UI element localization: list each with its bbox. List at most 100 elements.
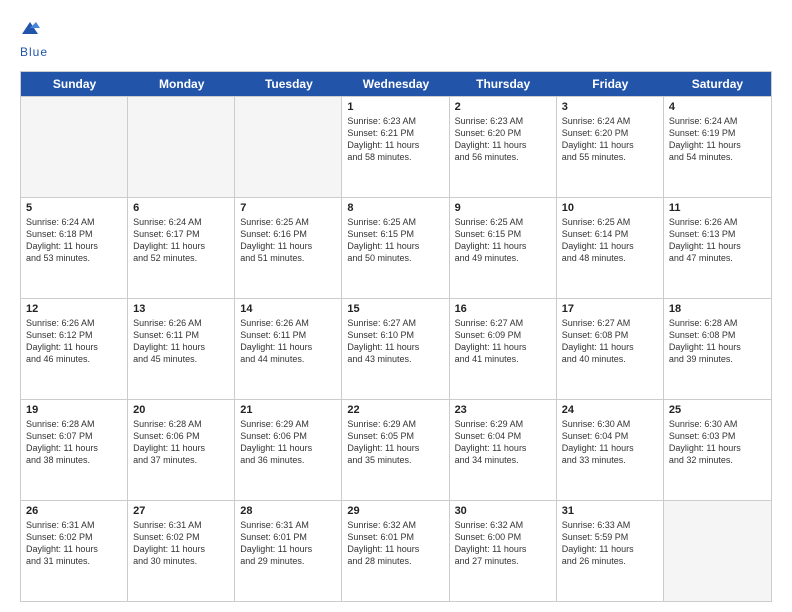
calendar-cell: 15 Sunrise: 6:27 AMSunset: 6:10 PMDayligh… [342,299,449,399]
cell-info: Sunrise: 6:33 AMSunset: 5:59 PMDaylight:… [562,519,658,568]
cell-info: Sunrise: 6:26 AMSunset: 6:13 PMDaylight:… [669,216,766,265]
calendar-cell: 9 Sunrise: 6:25 AMSunset: 6:15 PMDaylight… [450,198,557,298]
day-number: 11 [669,202,766,214]
day-number: 8 [347,202,443,214]
cell-info: Sunrise: 6:30 AMSunset: 6:04 PMDaylight:… [562,418,658,467]
cell-info: Sunrise: 6:24 AMSunset: 6:18 PMDaylight:… [26,216,122,265]
calendar-row: 12 Sunrise: 6:26 AMSunset: 6:12 PMDayligh… [21,298,771,399]
day-number: 1 [347,101,443,113]
day-number: 3 [562,101,658,113]
calendar-row: 1Sunrise: 6:23 AMSunset: 6:21 PMDaylight… [21,96,771,197]
day-number: 27 [133,505,229,517]
day-number: 14 [240,303,336,315]
cell-info: Sunrise: 6:31 AMSunset: 6:02 PMDaylight:… [26,519,122,568]
calendar-header: SundayMondayTuesdayWednesdayThursdayFrid… [21,72,771,96]
cell-info: Sunrise: 6:31 AMSunset: 6:01 PMDaylight:… [240,519,336,568]
calendar-cell: 12 Sunrise: 6:26 AMSunset: 6:12 PMDayligh… [21,299,128,399]
calendar-cell: 27Sunrise: 6:31 AMSunset: 6:02 PMDayligh… [128,501,235,601]
calendar-cell: 26 Sunrise: 6:31 AMSunset: 6:02 PMDayligh… [21,501,128,601]
header: Blue [20,16,772,61]
calendar-cell: 5 Sunrise: 6:24 AMSunset: 6:18 PMDaylight… [21,198,128,298]
calendar-cell: 31Sunrise: 6:33 AMSunset: 5:59 PMDayligh… [557,501,664,601]
cell-info: Sunrise: 6:27 AMSunset: 6:08 PMDaylight:… [562,317,658,366]
calendar-cell: 8 Sunrise: 6:25 AMSunset: 6:15 PMDaylight… [342,198,449,298]
calendar-cell: 20 Sunrise: 6:28 AMSunset: 6:06 PMDayligh… [128,400,235,500]
day-number: 29 [347,505,443,517]
cell-info: Sunrise: 6:25 AMSunset: 6:15 PMDaylight:… [455,216,551,265]
calendar-cell: 21 Sunrise: 6:29 AMSunset: 6:06 PMDayligh… [235,400,342,500]
cell-info: Sunrise: 6:32 AMSunset: 6:01 PMDaylight:… [347,519,443,568]
cell-info: Sunrise: 6:28 AMSunset: 6:07 PMDaylight:… [26,418,122,467]
calendar-cell: 23 Sunrise: 6:29 AMSunset: 6:04 PMDayligh… [450,400,557,500]
calendar-cell: 7 Sunrise: 6:25 AMSunset: 6:16 PMDaylight… [235,198,342,298]
cell-info: Sunrise: 6:29 AMSunset: 6:06 PMDaylight:… [240,418,336,467]
cell-info: Sunrise: 6:30 AMSunset: 6:03 PMDaylight:… [669,418,766,467]
day-number: 7 [240,202,336,214]
cell-info: Sunrise: 6:23 AMSunset: 6:20 PMDaylight:… [455,115,551,164]
cell-info: Sunrise: 6:27 AMSunset: 6:10 PMDaylight:… [347,317,443,366]
calendar-cell: 3 Sunrise: 6:24 AMSunset: 6:20 PMDaylight… [557,97,664,197]
day-number: 21 [240,404,336,416]
calendar-cell [664,501,771,601]
day-number: 23 [455,404,551,416]
calendar-cell: 16 Sunrise: 6:27 AMSunset: 6:09 PMDayligh… [450,299,557,399]
logo-tagline: Blue [20,45,48,59]
day-number: 16 [455,303,551,315]
cell-info: Sunrise: 6:28 AMSunset: 6:08 PMDaylight:… [669,317,766,366]
calendar-cell: 30Sunrise: 6:32 AMSunset: 6:00 PMDayligh… [450,501,557,601]
day-number: 6 [133,202,229,214]
calendar: SundayMondayTuesdayWednesdayThursdayFrid… [20,71,772,602]
calendar-cell: 29 Sunrise: 6:32 AMSunset: 6:01 PMDayligh… [342,501,449,601]
calendar-cell: 13 Sunrise: 6:26 AMSunset: 6:11 PMDayligh… [128,299,235,399]
cell-info: Sunrise: 6:26 AMSunset: 6:11 PMDaylight:… [240,317,336,366]
weekday-header: Thursday [450,72,557,96]
calendar-row: 26 Sunrise: 6:31 AMSunset: 6:02 PMDayligh… [21,500,771,601]
cell-info: Sunrise: 6:24 AMSunset: 6:17 PMDaylight:… [133,216,229,265]
cell-info: Sunrise: 6:25 AMSunset: 6:15 PMDaylight:… [347,216,443,265]
day-number: 25 [669,404,766,416]
day-number: 28 [240,505,336,517]
cell-info: Sunrise: 6:25 AMSunset: 6:14 PMDaylight:… [562,216,658,265]
day-number: 10 [562,202,658,214]
calendar-cell [128,97,235,197]
day-number: 18 [669,303,766,315]
logo: Blue [20,20,48,61]
calendar-cell: 24Sunrise: 6:30 AMSunset: 6:04 PMDayligh… [557,400,664,500]
calendar-cell: 22Sunrise: 6:29 AMSunset: 6:05 PMDayligh… [342,400,449,500]
day-number: 17 [562,303,658,315]
calendar-cell [21,97,128,197]
calendar-body: 1Sunrise: 6:23 AMSunset: 6:21 PMDaylight… [21,96,771,601]
calendar-row: 5 Sunrise: 6:24 AMSunset: 6:18 PMDaylight… [21,197,771,298]
calendar-cell: 14 Sunrise: 6:26 AMSunset: 6:11 PMDayligh… [235,299,342,399]
cell-info: Sunrise: 6:29 AMSunset: 6:04 PMDaylight:… [455,418,551,467]
calendar-cell: 19Sunrise: 6:28 AMSunset: 6:07 PMDayligh… [21,400,128,500]
cell-info: Sunrise: 6:27 AMSunset: 6:09 PMDaylight:… [455,317,551,366]
calendar-cell: 6 Sunrise: 6:24 AMSunset: 6:17 PMDaylight… [128,198,235,298]
weekday-header: Friday [557,72,664,96]
day-number: 20 [133,404,229,416]
weekday-header: Saturday [664,72,771,96]
day-number: 13 [133,303,229,315]
cell-info: Sunrise: 6:26 AMSunset: 6:11 PMDaylight:… [133,317,229,366]
day-number: 5 [26,202,122,214]
logo-icon [20,18,40,38]
day-number: 9 [455,202,551,214]
weekday-header: Sunday [21,72,128,96]
day-number: 15 [347,303,443,315]
cell-info: Sunrise: 6:24 AMSunset: 6:20 PMDaylight:… [562,115,658,164]
cell-info: Sunrise: 6:29 AMSunset: 6:05 PMDaylight:… [347,418,443,467]
calendar-cell: 2Sunrise: 6:23 AMSunset: 6:20 PMDaylight… [450,97,557,197]
day-number: 26 [26,505,122,517]
cell-info: Sunrise: 6:24 AMSunset: 6:19 PMDaylight:… [669,115,766,164]
calendar-cell: 17 Sunrise: 6:27 AMSunset: 6:08 PMDayligh… [557,299,664,399]
calendar-cell: 11 Sunrise: 6:26 AMSunset: 6:13 PMDayligh… [664,198,771,298]
calendar-cell: 10 Sunrise: 6:25 AMSunset: 6:14 PMDayligh… [557,198,664,298]
calendar-cell: 25 Sunrise: 6:30 AMSunset: 6:03 PMDayligh… [664,400,771,500]
cell-info: Sunrise: 6:32 AMSunset: 6:00 PMDaylight:… [455,519,551,568]
cell-info: Sunrise: 6:28 AMSunset: 6:06 PMDaylight:… [133,418,229,467]
cell-info: Sunrise: 6:25 AMSunset: 6:16 PMDaylight:… [240,216,336,265]
calendar-cell: 18 Sunrise: 6:28 AMSunset: 6:08 PMDayligh… [664,299,771,399]
day-number: 12 [26,303,122,315]
weekday-header: Wednesday [342,72,449,96]
cell-info: Sunrise: 6:26 AMSunset: 6:12 PMDaylight:… [26,317,122,366]
